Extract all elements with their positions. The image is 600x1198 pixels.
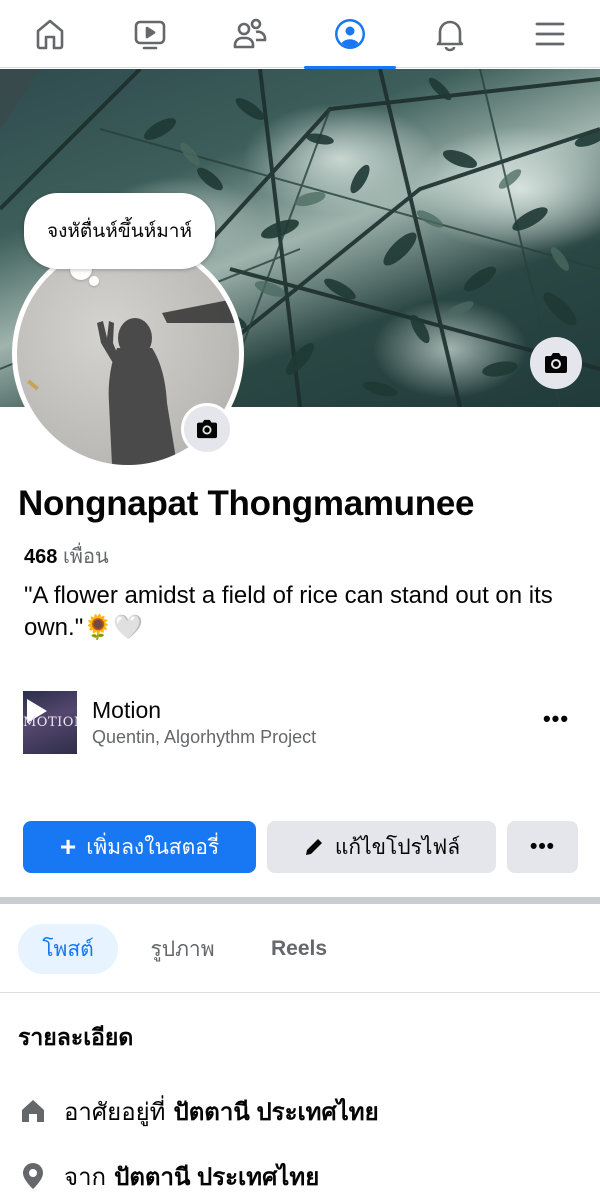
lives-in-value: ปัตตานี ประเทศไทย <box>173 1098 379 1126</box>
nav-notifications[interactable] <box>400 0 500 68</box>
profile-bio: "A flower amidst a field of rice can sta… <box>24 582 553 641</box>
camera-icon <box>545 353 567 373</box>
edit-profile-button[interactable]: แก้ไขโปรไฟล์ <box>267 821 496 873</box>
tab-photos[interactable]: รูปภาพ <box>135 924 230 974</box>
pencil-icon <box>305 839 322 855</box>
friends-count-number: 468 <box>24 546 58 568</box>
nav-friends[interactable] <box>200 0 300 68</box>
profile-icon <box>335 19 365 49</box>
tab-reels[interactable]: Reels <box>257 924 341 974</box>
music-artist: Quentin, Algorhythm Project <box>92 727 317 747</box>
add-to-story-button[interactable]: + เพิ่มลงในสตอรี่ <box>23 821 256 873</box>
tabs-divider <box>0 992 600 993</box>
profile-more-button[interactable]: ••• <box>507 821 578 873</box>
nav-profile[interactable] <box>300 0 400 69</box>
nav-home[interactable] <box>0 0 100 68</box>
plus-icon: + <box>59 831 77 862</box>
cover-camera-button[interactable] <box>530 337 582 389</box>
lives-in-prefix: อาศัยอยู่ที่ <box>64 1098 166 1126</box>
profile-note[interactable]: จงหัตื่นห์ขึ้นห์มาห์ <box>24 193 215 269</box>
section-divider <box>0 897 600 904</box>
video-icon <box>134 20 166 50</box>
music-title: Motion <box>92 697 162 723</box>
note-bubble-tail <box>89 276 99 286</box>
hamburger-icon <box>535 22 565 46</box>
tab-posts[interactable]: โพสต์ <box>18 924 118 974</box>
nav-watch[interactable] <box>100 0 200 68</box>
friends-count[interactable]: 468 เพื่อน <box>24 540 109 572</box>
friends-count-label: เพื่อน <box>62 546 109 568</box>
nav-menu[interactable] <box>500 0 600 68</box>
detail-lives-in: อาศัยอยู่ที่ ปัตตานี ประเทศไทย <box>18 1094 379 1128</box>
album-art-text: MOTION <box>23 715 77 730</box>
camera-icon <box>197 419 217 439</box>
detail-from: จาก ปัตตานี ประเทศไทย <box>18 1159 319 1193</box>
from-prefix: จาก <box>64 1163 107 1191</box>
bell-icon <box>436 20 464 52</box>
details-title: รายละเอียด <box>18 1024 134 1050</box>
top-navigation <box>0 0 600 69</box>
location-pin-icon <box>18 1161 48 1191</box>
add-to-story-label: เพิ่มลงในสตอรี่ <box>86 835 220 859</box>
home-icon <box>36 19 64 50</box>
music-more-button[interactable]: ••• <box>536 708 576 738</box>
from-value: ปัตตานี ประเทศไทย <box>114 1163 320 1191</box>
profile-name: Nongnapat Thongmamunee <box>18 484 475 523</box>
music-album-art[interactable]: MOTION <box>23 691 77 754</box>
edit-profile-label: แก้ไขโปรไฟล์ <box>334 835 461 859</box>
friends-icon <box>233 18 267 49</box>
house-icon <box>18 1096 48 1126</box>
note-text: จงหัตื่นห์ขึ้นห์มาห์ <box>46 221 192 242</box>
profile-camera-button[interactable] <box>181 403 233 455</box>
